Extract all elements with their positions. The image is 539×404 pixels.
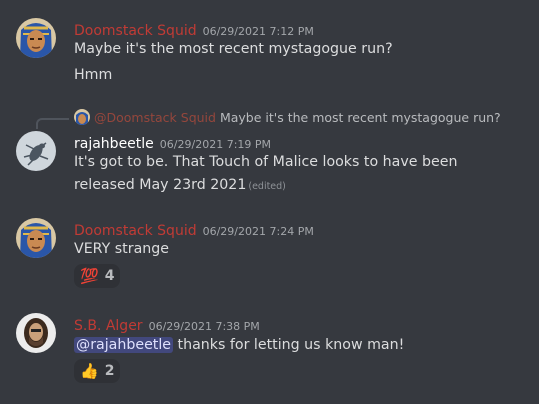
avatar[interactable]	[16, 131, 56, 171]
edited-label: (edited)	[248, 181, 286, 192]
avatar[interactable]	[16, 218, 56, 258]
message-text-line: released May 23rd 2021 (edited)	[74, 174, 286, 198]
reaction-hundred[interactable]: 💯 4	[74, 264, 121, 288]
message-text-line: @rajahbeetle thanks for letting us know …	[74, 334, 404, 356]
reply-avatar	[74, 109, 90, 125]
author-name[interactable]: S.B. Alger	[74, 318, 143, 334]
message-text: thanks for letting us know man!	[173, 337, 405, 353]
reaction-count: 2	[104, 363, 115, 379]
timestamp: 06/29/2021 7:38 PM	[148, 320, 260, 333]
author-name[interactable]: Doomstack Squid	[74, 23, 197, 39]
hundred-points-icon: 💯	[80, 266, 99, 285]
reply-connector	[36, 118, 69, 129]
message-text: VERY strange	[74, 241, 170, 257]
timestamp: 06/29/2021 7:24 PM	[202, 225, 314, 238]
reaction-count: 4	[104, 268, 115, 284]
message-text: Hmm	[74, 67, 113, 83]
message-text: Maybe it's the most recent mystagogue ru…	[74, 41, 393, 57]
author-name[interactable]: Doomstack Squid	[74, 223, 197, 239]
author-name[interactable]: rajahbeetle	[74, 136, 154, 152]
user-mention[interactable]: @rajahbeetle	[74, 337, 174, 353]
timestamp: 06/29/2021 7:12 PM	[202, 25, 314, 38]
message-text: It's got to be. That Touch of Malice loo…	[74, 154, 458, 170]
reply-text[interactable]: Maybe it's the most recent mystagogue ru…	[220, 110, 501, 125]
timestamp: 06/29/2021 7:19 PM	[159, 138, 272, 151]
reply-author[interactable]: @Doomstack Squid	[94, 110, 216, 125]
thumbs-up-icon: 👍	[80, 361, 99, 380]
avatar[interactable]	[16, 313, 56, 353]
message-text: released May 23rd 2021	[74, 177, 247, 193]
reaction-thumbs-up[interactable]: 👍 2	[74, 359, 121, 383]
avatar[interactable]	[16, 18, 56, 58]
reply-preview[interactable]: @Doomstack Squid Maybe it's the most rec…	[74, 109, 501, 125]
